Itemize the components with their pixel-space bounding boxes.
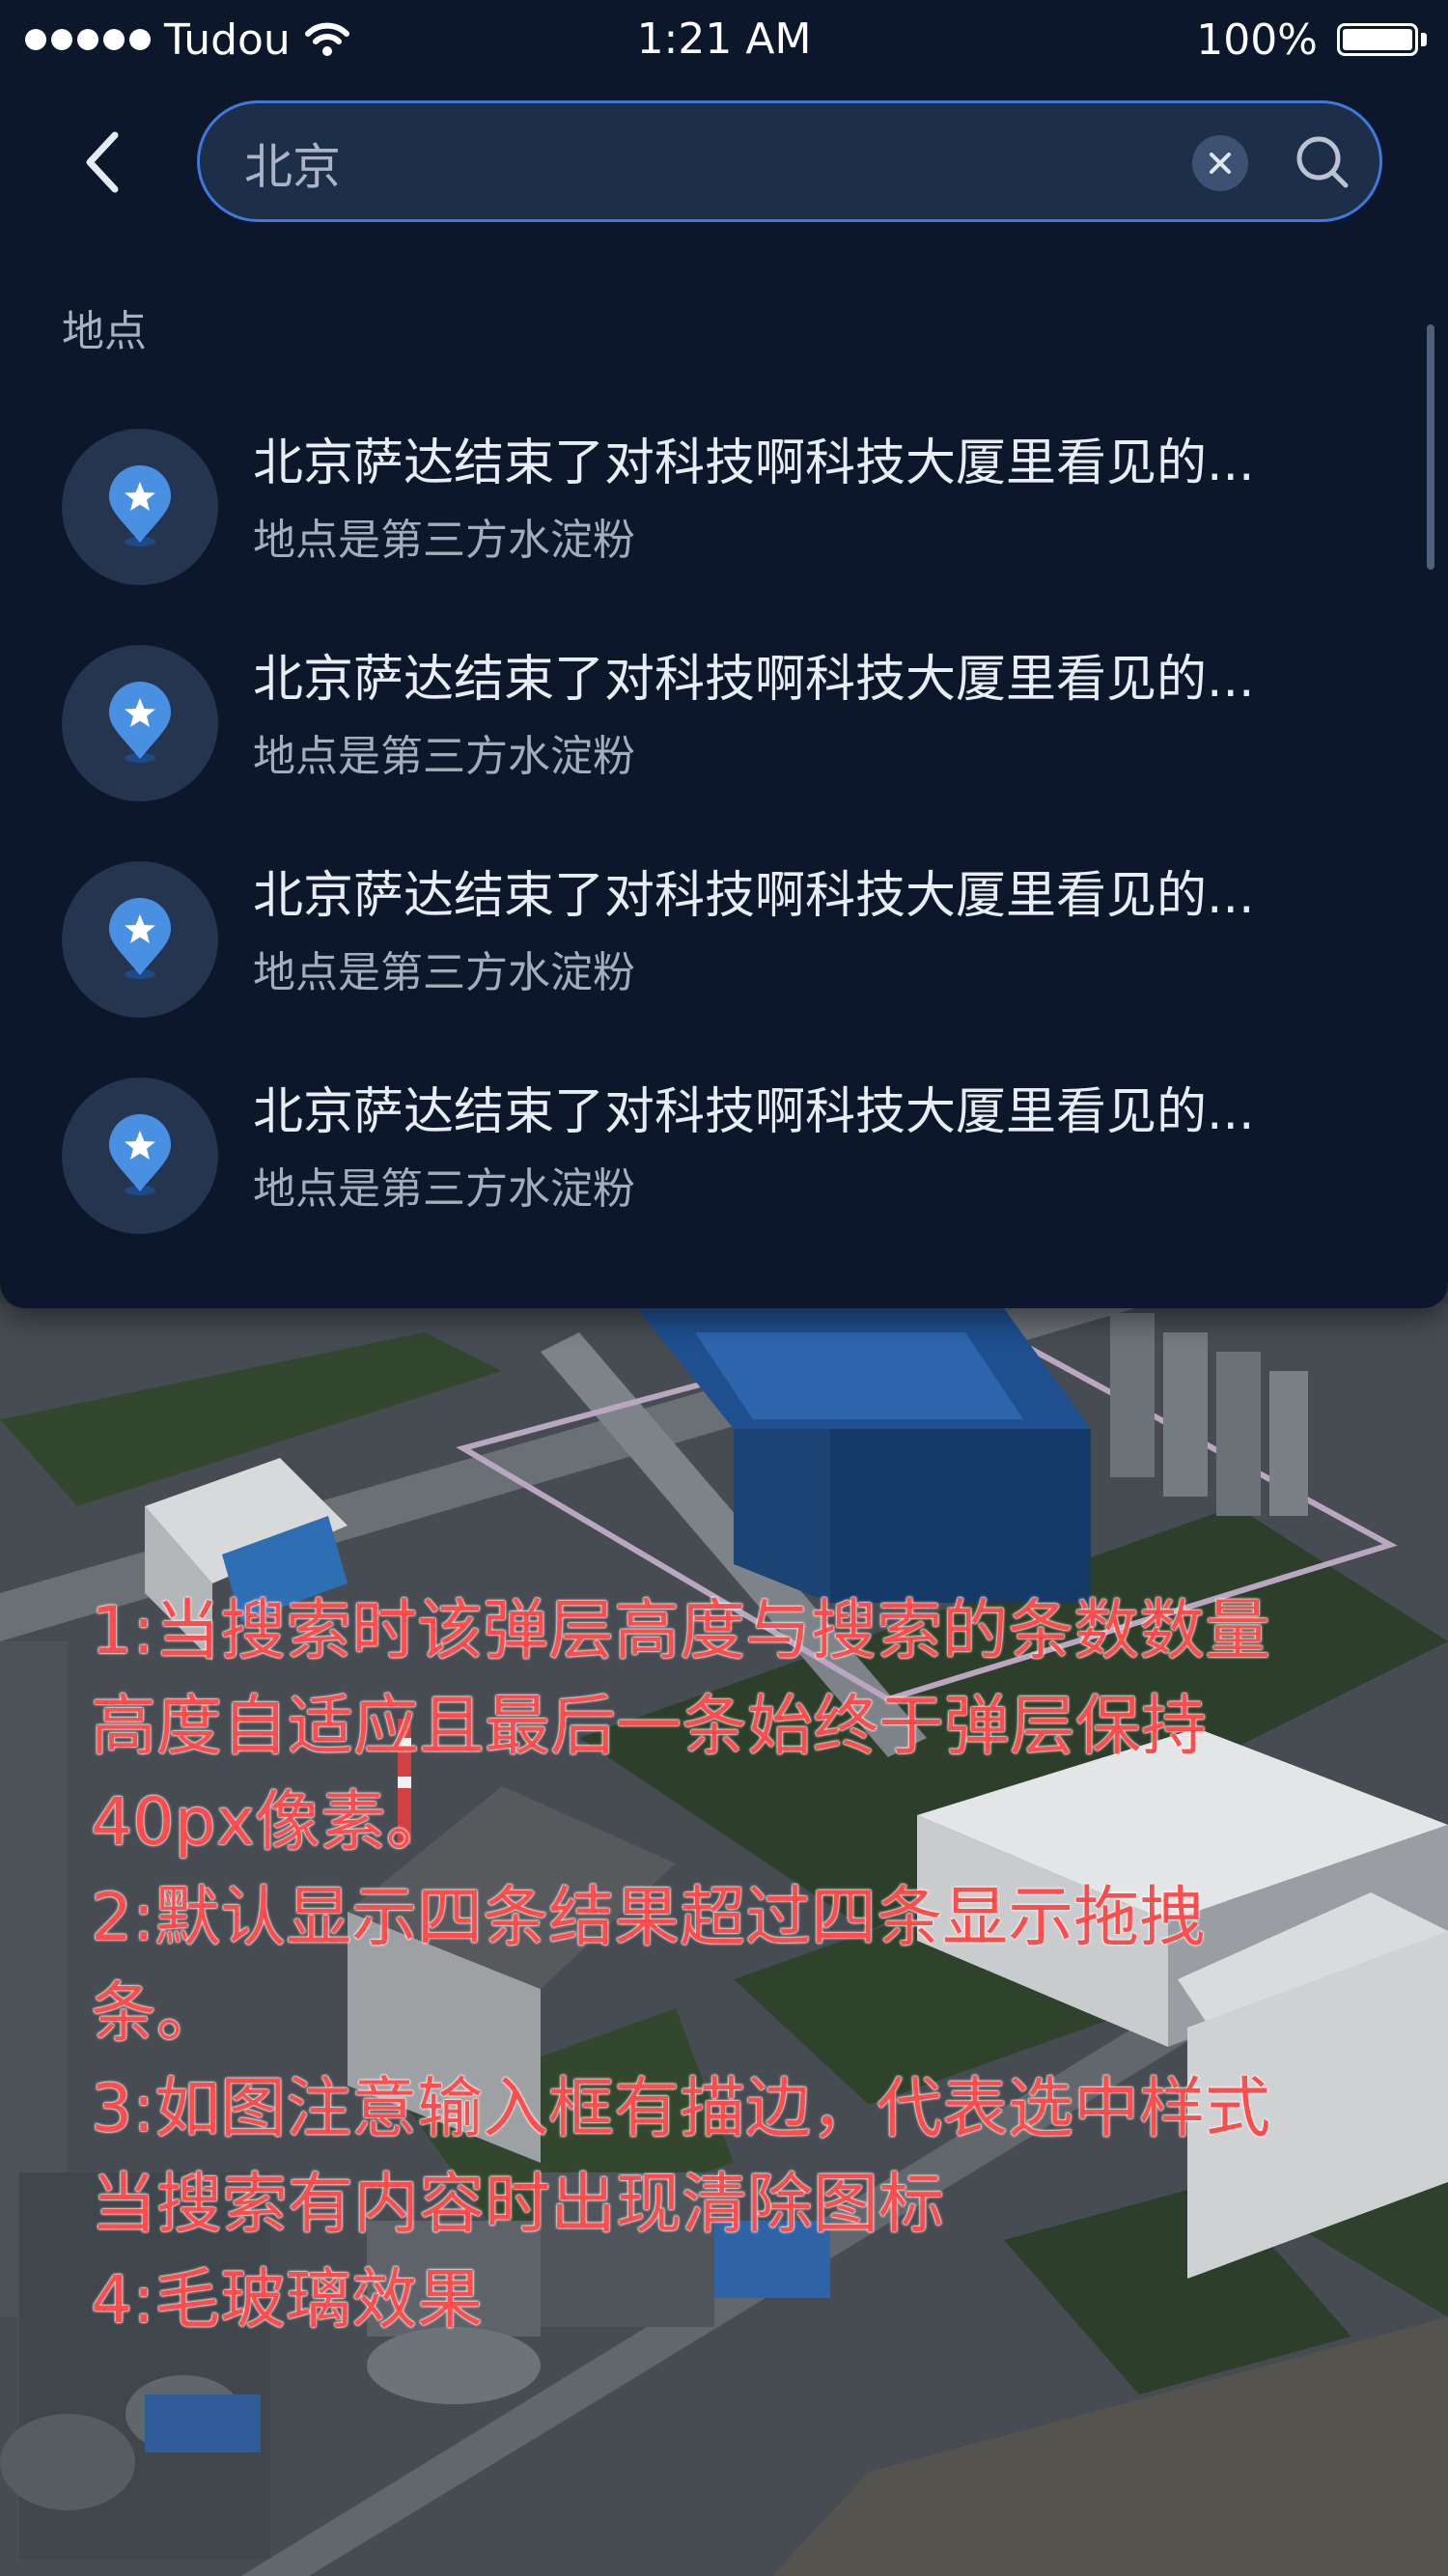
annotation-line: 条。	[91, 1975, 223, 2052]
search-popup-panel: Tudou 1:21 AM 100% 北京 地点 北京萨达结束了对科技啊科技大厦…	[0, 0, 1448, 1308]
annotation-line: 3:如图注意输入框有描边，代表选中样式	[91, 2071, 1271, 2147]
search-box[interactable]	[197, 100, 1382, 222]
location-pin-icon	[109, 1114, 171, 1195]
result-item[interactable]: 北京萨达结束了对科技啊科技大厦里看见的... 地点是第三方水淀粉	[0, 1058, 1419, 1251]
location-pin-icon	[109, 682, 171, 763]
status-bar: Tudou 1:21 AM 100%	[0, 0, 1448, 79]
section-label-places: 地点	[62, 307, 147, 356]
search-input[interactable]	[244, 125, 1152, 202]
location-pin-badge	[62, 645, 218, 801]
location-pin-badge	[62, 429, 218, 585]
annotation-line: 1:当搜索时该弹层高度与搜索的条数数量	[91, 1593, 1271, 1669]
battery-icon	[1337, 23, 1418, 56]
location-pin-icon	[109, 465, 171, 546]
result-item[interactable]: 北京萨达结束了对科技啊科技大厦里看见的... 地点是第三方水淀粉	[0, 626, 1419, 819]
clear-icon	[1210, 153, 1231, 174]
clear-button[interactable]	[1192, 135, 1248, 191]
results-scrollbar[interactable]	[1427, 324, 1434, 570]
result-title: 北京萨达结束了对科技啊科技大厦里看见的...	[253, 1083, 1255, 1141]
result-item[interactable]: 北京萨达结束了对科技啊科技大厦里看见的... 地点是第三方水淀粉	[0, 842, 1419, 1035]
status-right: 100%	[1196, 12, 1427, 68]
annotation-line: 高度自适应且最后一条始终于弹层保持	[91, 1689, 1208, 1765]
result-item[interactable]: 北京萨达结束了对科技啊科技大厦里看见的... 地点是第三方水淀粉	[0, 409, 1419, 602]
chevron-left-icon	[86, 131, 119, 193]
result-subtitle: 地点是第三方水淀粉	[253, 516, 635, 565]
result-subtitle: 地点是第三方水淀粉	[253, 1164, 635, 1214]
result-title: 北京萨达结束了对科技啊科技大厦里看见的...	[253, 651, 1255, 709]
location-pin-badge	[62, 861, 218, 1018]
annotation-line: 4:毛玻璃效果	[91, 2262, 484, 2338]
result-title: 北京萨达结束了对科技啊科技大厦里看见的...	[253, 434, 1255, 492]
search-button[interactable]	[1291, 130, 1354, 194]
design-annotation: 1:当搜索时该弹层高度与搜索的条数数量 高度自适应且最后一条始终于弹层保持 40…	[91, 1583, 1365, 2348]
annotation-line: 40px像素。	[91, 1784, 452, 1861]
back-button[interactable]	[68, 122, 135, 203]
result-subtitle: 地点是第三方水淀粉	[253, 948, 635, 997]
search-icon	[1296, 136, 1349, 188]
location-pin-badge	[62, 1078, 218, 1234]
battery-percent: 100%	[1196, 14, 1318, 65]
location-pin-icon	[109, 898, 171, 979]
annotation-line: 2:默认显示四条结果超过四条显示拖拽	[91, 1880, 1206, 1956]
result-subtitle: 地点是第三方水淀粉	[253, 732, 635, 781]
battery-tip	[1421, 33, 1427, 46]
result-title: 北京萨达结束了对科技啊科技大厦里看见的...	[253, 867, 1255, 925]
annotation-line: 当搜索有内容时出现清除图标	[91, 2167, 945, 2243]
battery-fill	[1343, 29, 1412, 50]
